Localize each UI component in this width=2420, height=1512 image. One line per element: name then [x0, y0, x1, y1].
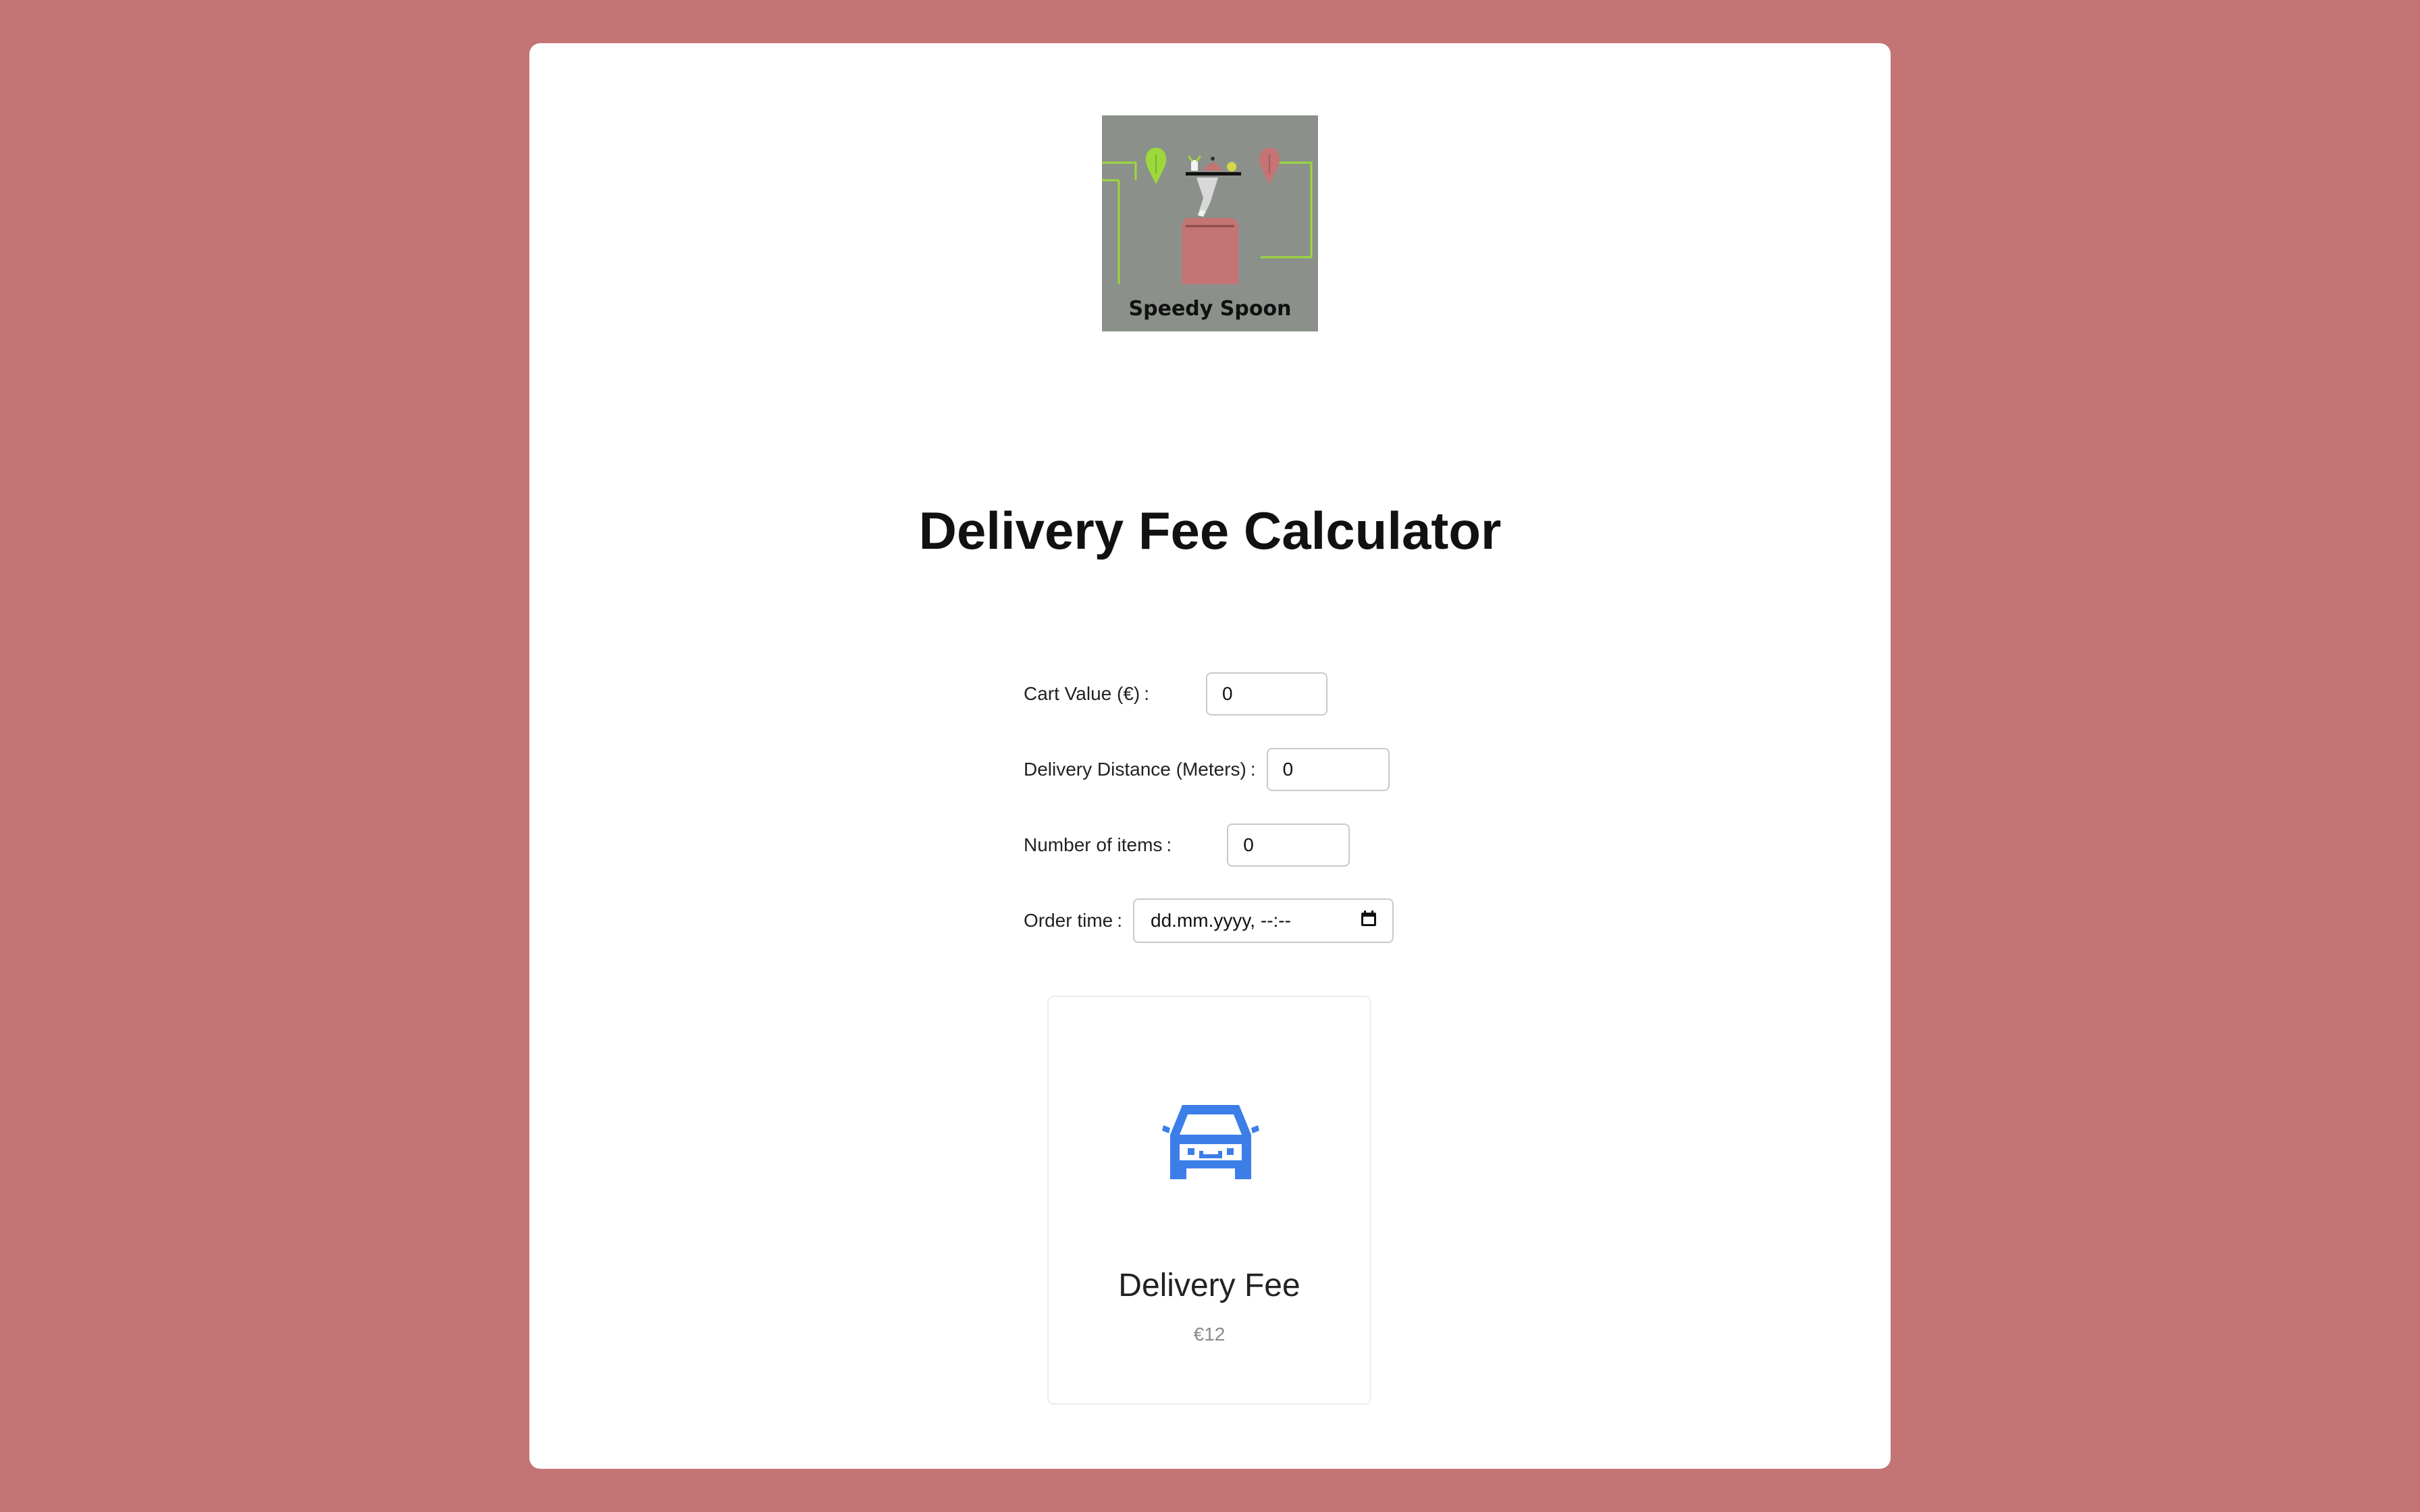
cart-value-input[interactable]: [1206, 672, 1327, 716]
order-time-row: Order time: dd.mm.yyyy, --:--: [1024, 898, 1394, 944]
page-title: Delivery Fee Calculator: [918, 501, 1502, 560]
order-time-value: dd.mm.yyyy, --:--: [1151, 910, 1291, 931]
speedy-spoon-logo: Speedy Spoon: [1102, 115, 1318, 331]
number-of-items-row: Number of items:: [1024, 822, 1394, 868]
cart-value-row: Cart Value (€):: [1024, 671, 1394, 717]
delivery-distance-label: Delivery Distance (Meters):: [1024, 759, 1256, 780]
delivery-fee-result-card: Delivery Fee €12: [1047, 996, 1371, 1405]
calendar-icon[interactable]: [1360, 910, 1377, 932]
delivery-fee-value: €12: [1193, 1324, 1226, 1345]
logo-brand-name: Speedy Spoon: [1128, 297, 1292, 321]
delivery-fee-title: Delivery Fee: [1118, 1268, 1300, 1303]
main-card: Speedy Spoon Delivery Fee Calculator Car…: [529, 43, 1891, 1469]
car-icon: [1162, 1100, 1259, 1187]
cart-value-label: Cart Value (€):: [1024, 683, 1149, 704]
order-time-input[interactable]: dd.mm.yyyy, --:--: [1133, 898, 1394, 943]
delivery-distance-input[interactable]: [1266, 748, 1390, 791]
delivery-distance-row: Delivery Distance (Meters):: [1024, 747, 1394, 792]
order-time-label: Order time:: [1024, 910, 1123, 931]
number-of-items-input[interactable]: [1227, 824, 1350, 867]
number-of-items-label: Number of items:: [1024, 834, 1172, 855]
delivery-form: Cart Value (€): Delivery Distance (Meter…: [1024, 671, 1394, 973]
